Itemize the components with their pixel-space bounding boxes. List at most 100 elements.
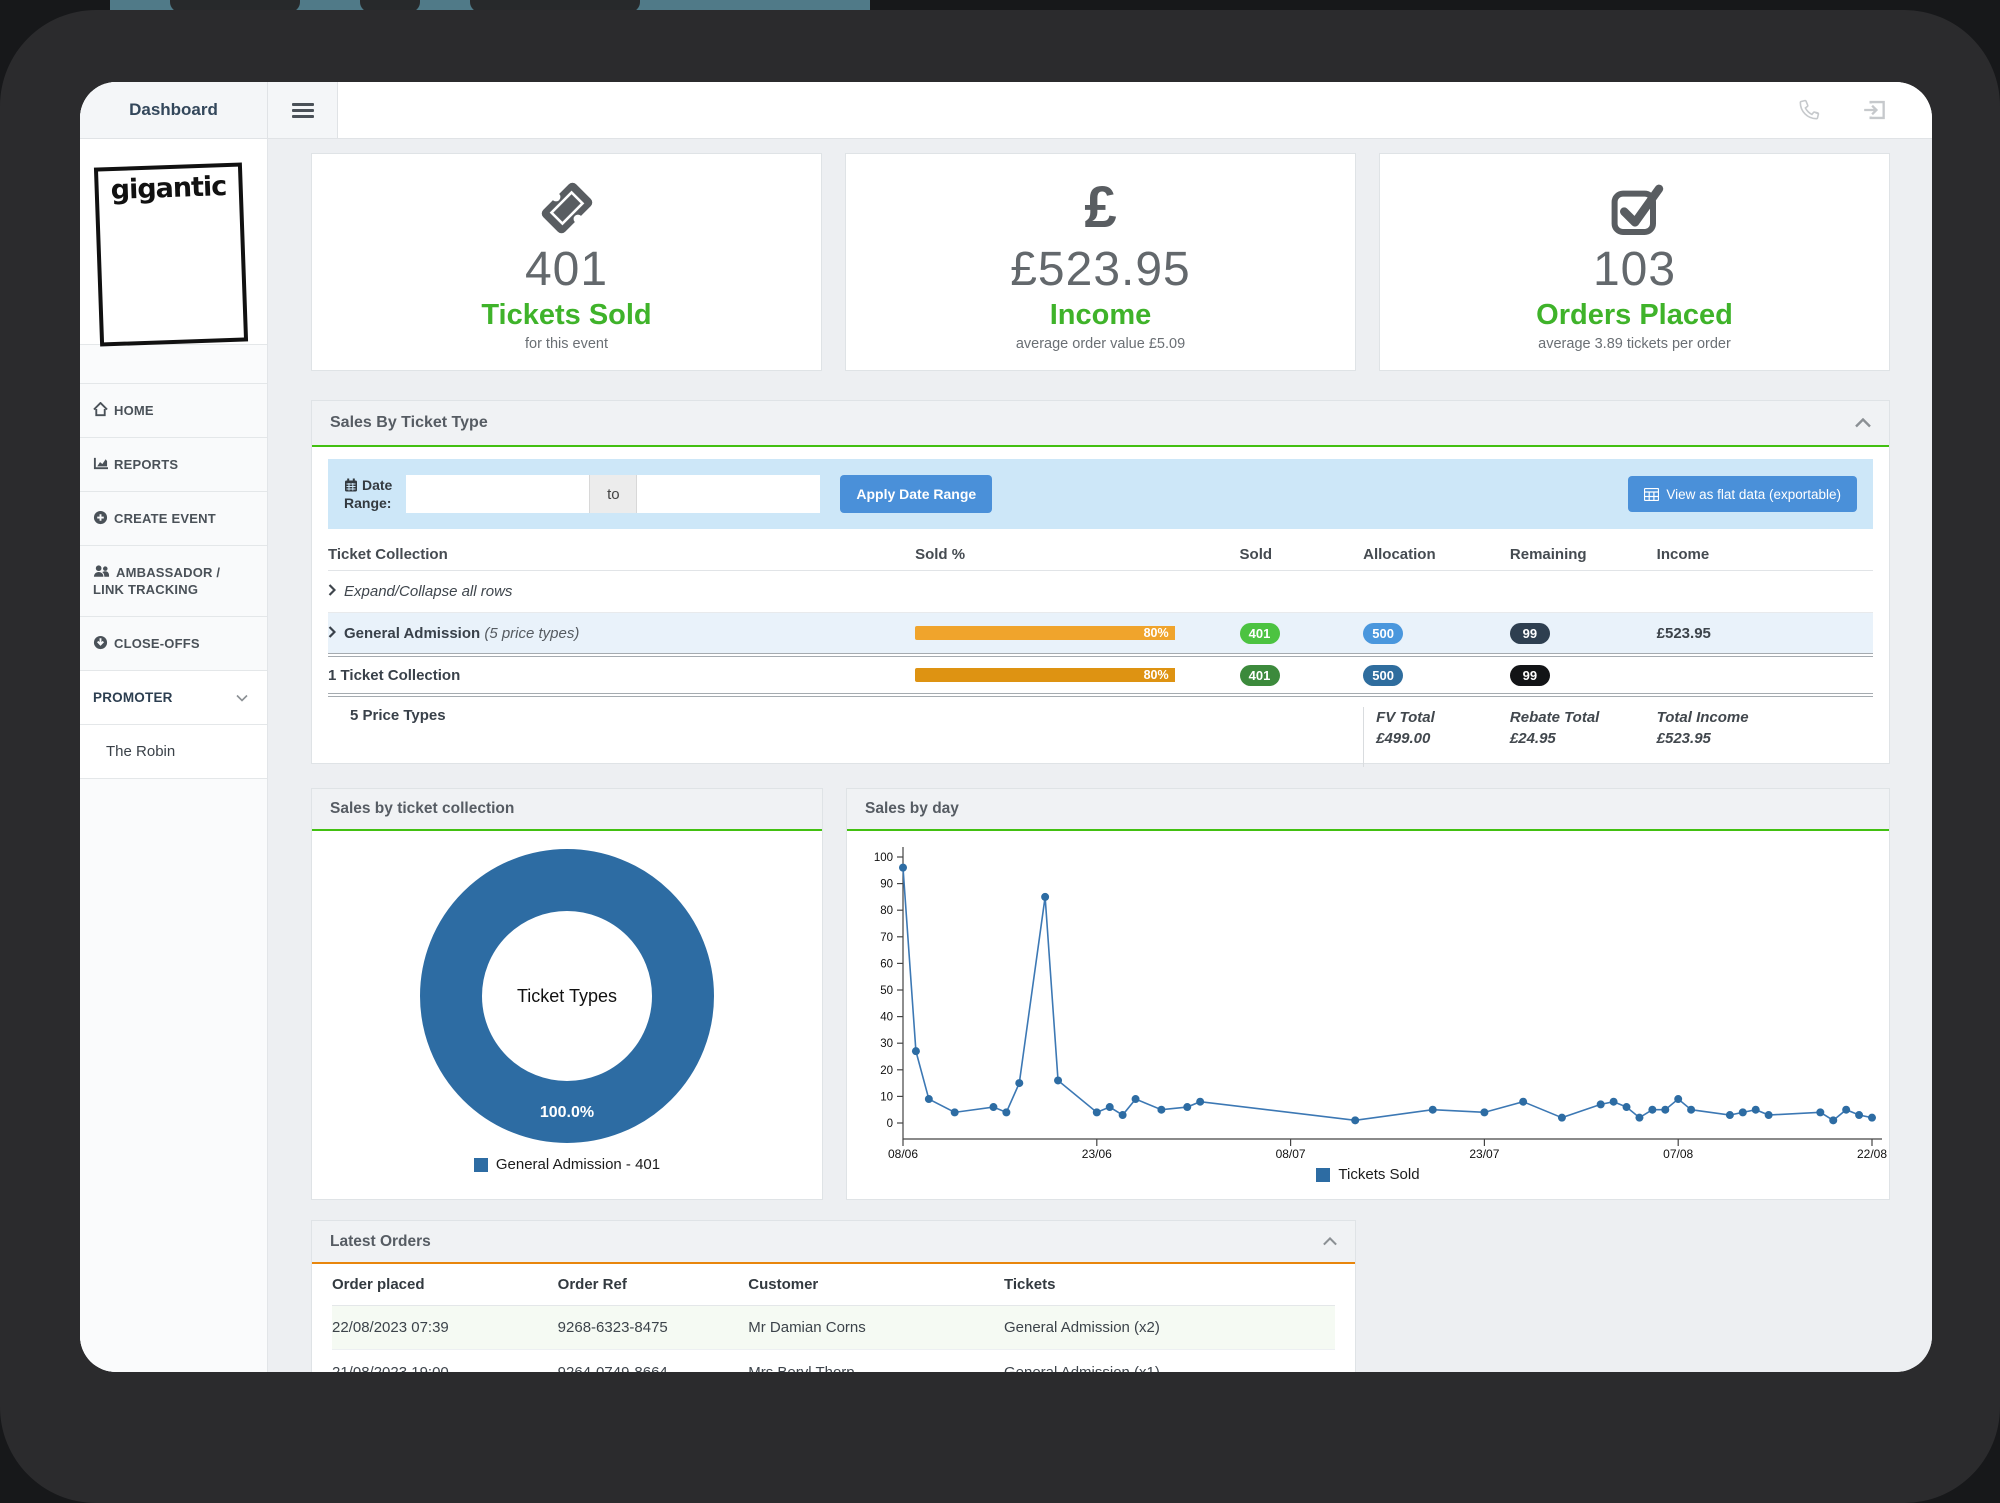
- calendar-icon: [344, 478, 358, 492]
- sales-by-collection-panel: Sales by ticket collection Ticket Types …: [311, 788, 823, 1200]
- table-totals-row: 5 Price Types FV Total£499.00 Rebate Tot…: [328, 693, 1873, 763]
- col-remaining: Remaining: [1510, 546, 1657, 563]
- order-tickets: General Admission (x1): [1004, 1364, 1335, 1373]
- col-ticket-collection: Ticket Collection: [328, 546, 915, 563]
- allocation-badge: 500: [1363, 623, 1403, 644]
- orders-header-row: Order placed Order Ref Customer Tickets: [332, 1264, 1335, 1306]
- order-ref: 9264-0749-8664: [558, 1364, 749, 1373]
- sidebar-item-promoter[interactable]: PROMOTER: [80, 670, 267, 724]
- order-ref: 9268-6323-8475: [558, 1319, 749, 1336]
- donut-center-label: Ticket Types: [517, 986, 617, 1006]
- date-range-label-line1: Date: [362, 477, 392, 493]
- svg-text:90: 90: [880, 879, 893, 891]
- svg-text:23/07: 23/07: [1469, 1147, 1499, 1161]
- sold-percent-label: 80%: [1144, 626, 1169, 640]
- income-value: £523.95: [1657, 625, 1873, 642]
- sidebar-item-close-offs[interactable]: CLOSE-OFFS: [80, 616, 267, 670]
- stat-caption: for this event: [312, 336, 821, 352]
- svg-text:07/08: 07/08: [1663, 1147, 1693, 1161]
- apply-date-range-button[interactable]: Apply Date Range: [840, 475, 992, 513]
- stat-value: £523.95: [846, 242, 1355, 297]
- phone-icon[interactable]: [1796, 97, 1822, 123]
- sidebar-spacer: [80, 344, 267, 383]
- menu-toggle-button[interactable]: [268, 82, 338, 138]
- row-name: 1 Ticket Collection: [328, 667, 460, 684]
- stat-value: 401: [312, 242, 821, 297]
- legend-label: Tickets Sold: [1338, 1166, 1419, 1183]
- donut-chart: Ticket Types 100.0% General Admission - …: [312, 831, 822, 1199]
- legend-swatch: [1316, 1168, 1330, 1182]
- ticket-icon: [534, 177, 600, 239]
- rebate-total-cell: Rebate Total£24.95: [1510, 707, 1657, 749]
- col-customer: Customer: [748, 1276, 1004, 1293]
- app-window: Dashboard gigantic HOME REPORTS: [80, 82, 1932, 1372]
- stat-caption: average 3.89 tickets per order: [1380, 336, 1889, 352]
- panel-header: Latest Orders: [312, 1221, 1355, 1264]
- sidebar-item-reports[interactable]: REPORTS: [80, 437, 267, 491]
- sidebar-item-label: The Robin: [106, 743, 175, 760]
- sidebar-item-label: CREATE EVENT: [114, 511, 216, 526]
- sidebar: gigantic HOME REPORTS AMBASSADOR / LINK …: [80, 139, 268, 1372]
- home-icon: [93, 402, 108, 417]
- totals-label: 5 Price Types: [328, 707, 1240, 724]
- sidebar-item-label: REPORTS: [114, 457, 178, 472]
- sidebar-item-ambassador-link-tracking[interactable]: AMBASSADOR / LINK TRACKING: [80, 545, 267, 616]
- total-income-cell: Total Income£523.95: [1657, 707, 1873, 749]
- svg-text:22/08: 22/08: [1857, 1147, 1887, 1161]
- svg-text:30: 30: [880, 1038, 893, 1050]
- order-tickets: General Admission (x2): [1004, 1319, 1335, 1336]
- col-allocation: Allocation: [1363, 546, 1510, 563]
- panel-title: Sales By Ticket Type: [330, 414, 488, 432]
- svg-text:10: 10: [880, 1091, 893, 1103]
- col-tickets: Tickets: [1004, 1276, 1335, 1293]
- donut-chart-svg: Ticket Types 100.0%: [416, 845, 718, 1147]
- table-row-general-admission[interactable]: General Admission (5 price types) 80% 40…: [328, 613, 1873, 653]
- tickets-sold-card: 401 Tickets Sold for this event: [311, 153, 822, 371]
- main-content: 401 Tickets Sold for this event £ £523.9…: [268, 139, 1932, 1372]
- top-bar-actions: [338, 82, 1932, 138]
- panel-title: Latest Orders: [330, 1233, 431, 1251]
- sidebar-item-the-robin[interactable]: The Robin: [80, 724, 267, 778]
- date-from-input[interactable]: [406, 475, 589, 513]
- reports-chart-icon: [93, 456, 108, 471]
- stat-cards: 401 Tickets Sold for this event £ £523.9…: [311, 153, 1890, 371]
- collapse-panel-button[interactable]: [1323, 1237, 1337, 1246]
- collapse-panel-button[interactable]: [1855, 418, 1871, 428]
- legend-label: General Admission - 401: [496, 1156, 660, 1173]
- legend-swatch: [474, 1158, 488, 1172]
- col-order-ref: Order Ref: [558, 1276, 749, 1293]
- expand-collapse-all-row[interactable]: Expand/Collapse all rows: [328, 571, 1873, 613]
- donut-percent-label: 100.0%: [540, 1104, 594, 1121]
- panel-header: Sales By Ticket Type: [312, 401, 1889, 447]
- export-flat-data-button[interactable]: View as flat data (exportable): [1628, 476, 1857, 512]
- expand-collapse-label: Expand/Collapse all rows: [344, 583, 512, 600]
- allocation-badge: 500: [1363, 665, 1403, 686]
- pound-icon: £: [1084, 179, 1116, 237]
- sold-percent-bar: 80%: [915, 668, 1239, 682]
- orders-table: Order placed Order Ref Customer Tickets …: [312, 1264, 1355, 1372]
- panel-title: Sales by ticket collection: [330, 800, 514, 818]
- total-income-label: Total Income: [1657, 709, 1749, 726]
- page-title: Dashboard: [80, 82, 268, 138]
- table-row-ticket-collection-total: 1 Ticket Collection 80% 401 500 99: [328, 653, 1873, 693]
- hamburger-icon: [292, 100, 314, 121]
- sold-percent-label: 80%: [1144, 668, 1169, 682]
- sold-badge: 401: [1240, 665, 1280, 686]
- svg-text:70: 70: [880, 932, 893, 944]
- date-to-connector: to: [589, 475, 637, 513]
- logo-area: gigantic: [80, 139, 267, 344]
- logout-icon[interactable]: [1862, 97, 1888, 123]
- fv-total-cell: FV Total£499.00: [1363, 707, 1510, 767]
- chevron-right-icon: [328, 584, 336, 596]
- sidebar-item-home[interactable]: HOME: [80, 383, 267, 437]
- row-name: General Admission: [344, 625, 480, 642]
- sidebar-item-create-event[interactable]: AMBASSADOR / LINK TRACKINGCREATE EVENT: [80, 491, 267, 545]
- users-icon: [93, 564, 110, 579]
- date-to-input[interactable]: [637, 475, 820, 513]
- chevron-up-icon: [1855, 418, 1871, 428]
- sidebar-item-label: PROMOTER: [93, 689, 173, 706]
- sales-by-day-panel: Sales by day 010203040506070809010008/06…: [846, 788, 1890, 1200]
- plus-circle-icon: [93, 510, 108, 525]
- order-row: 21/08/2023 19:00 9264-0749-8664 Mrs Bery…: [332, 1350, 1335, 1372]
- remaining-badge: 99: [1510, 623, 1550, 644]
